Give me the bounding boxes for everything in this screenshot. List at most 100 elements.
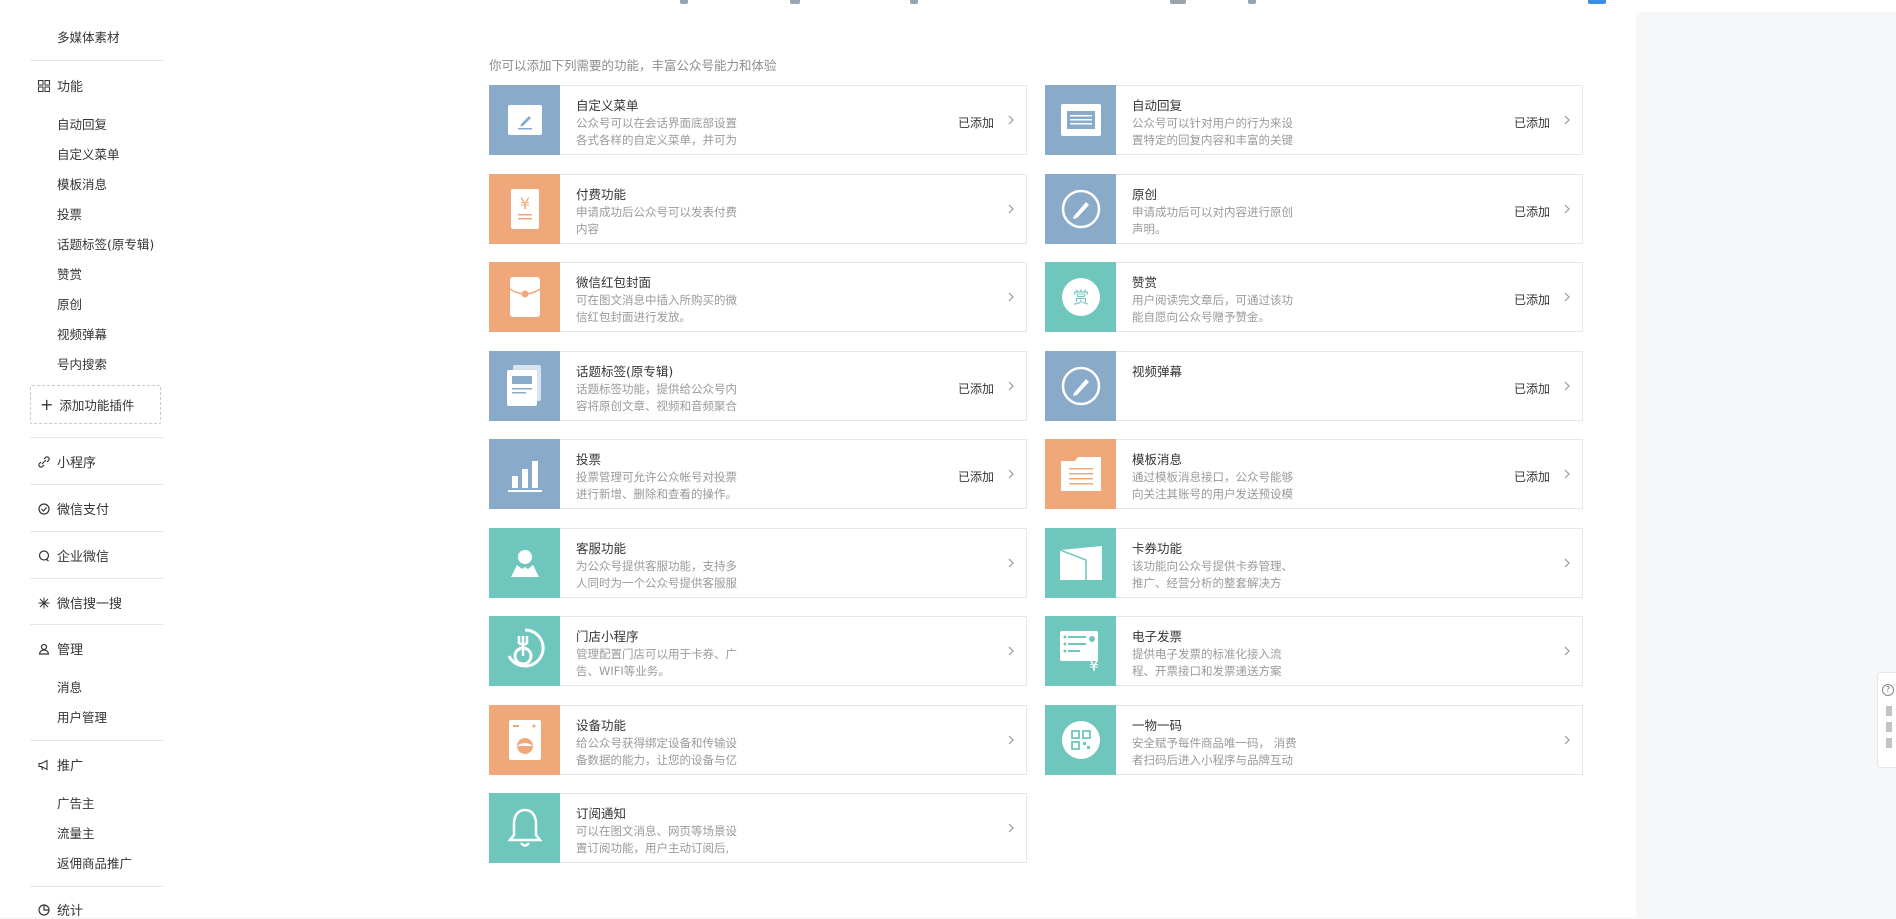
- feature-desc: 话题标签功能，提供给公众号内容将原创文章、视频和音频聚合: [576, 382, 737, 413]
- sidebar-item-media[interactable]: 多媒体素材: [57, 27, 120, 46]
- feature-card-vote[interactable]: 投票 投票管理可允许公众帐号对投票进行新增、删除和查看的操作。 已添加: [489, 439, 1027, 509]
- sidebar-group-wecom[interactable]: 企业微信: [37, 546, 109, 565]
- sidebar-group-search[interactable]: 微信搜一搜: [37, 593, 122, 612]
- feature-title: 赞赏: [1132, 275, 1158, 290]
- qrcode-icon: [1045, 705, 1116, 775]
- sidebar-group-function[interactable]: 功能: [37, 76, 83, 95]
- feature-status: 已添加: [1513, 382, 1550, 396]
- main-content: 你可以添加下列需要的功能，丰富公众号能力和体验 自定义菜单 公众号可以在会话界面…: [435, 12, 1636, 917]
- divider: [30, 578, 163, 579]
- sidebar: 多媒体素材 功能 自动回复 自定义菜单 模板消息 投票 话题标签(原专辑) 赞赏…: [0, 12, 435, 919]
- feature-title: 原创: [1132, 187, 1158, 202]
- feature-status: 已添加: [957, 382, 994, 396]
- card-icon: [1045, 528, 1116, 598]
- sidebar-item-advertiser[interactable]: 广告主: [57, 793, 95, 812]
- store-icon: [489, 616, 560, 686]
- feature-title: 自动回复: [1132, 98, 1183, 113]
- megaphone-icon: [37, 758, 51, 772]
- device-icon: [489, 705, 560, 775]
- feature-card-device[interactable]: 设备功能 给公众号获得绑定设备和传输设备数据的能力，让您的设备与亿: [489, 705, 1027, 775]
- feature-card-template-message[interactable]: 模板消息 通过模板消息接口，公众号能够向关注其账号的用户发送预设模 已添加: [1045, 439, 1583, 509]
- svg-text:¥: ¥: [519, 194, 529, 213]
- help-label-fragment: [1886, 706, 1892, 716]
- feature-card-red-packet[interactable]: 微信红包封面 可在图文消息中插入所购买的微信红包封面进行发放。: [489, 262, 1027, 332]
- sidebar-item-publisher[interactable]: 流量主: [57, 823, 95, 842]
- topbar-fragment: [910, 0, 918, 4]
- feature-title: 客服功能: [576, 541, 627, 556]
- sidebar-group-label: 微信搜一搜: [57, 597, 123, 612]
- sidebar-group-promote[interactable]: 推广: [37, 755, 83, 774]
- page-background-right: [1636, 12, 1896, 917]
- sidebar-item-in-account-search[interactable]: 号内搜索: [57, 354, 107, 373]
- album-icon: [489, 351, 560, 421]
- invoice-icon: ¥: [1045, 616, 1116, 686]
- sidebar-group-manage[interactable]: 管理: [37, 639, 83, 658]
- topbar-fragment: [1248, 0, 1256, 4]
- link-icon: [37, 455, 51, 469]
- feature-card-store-mini-program[interactable]: 门店小程序 管理配置门店可以用于卡券、广告、WIFI等业务。: [489, 616, 1027, 686]
- add-plugin-button[interactable]: + 添加功能插件: [30, 385, 161, 424]
- floating-help-button[interactable]: ?: [1877, 672, 1896, 768]
- feature-card-auto-reply[interactable]: 自动回复 公众号可以针对用户的行为来设置特定的回复内容和丰富的关键 已添加: [1045, 85, 1583, 155]
- sidebar-item-topic-tag[interactable]: 话题标签(原专辑): [57, 234, 154, 253]
- bar-chart-icon: [489, 439, 560, 509]
- chevron-right-icon: [1006, 287, 1016, 307]
- chevron-right-icon: [1006, 199, 1016, 219]
- feature-title: 话题标签(原专辑): [576, 364, 674, 379]
- sidebar-item-custom-menu[interactable]: 自定义菜单: [57, 144, 120, 163]
- sidebar-item-commission-promotion[interactable]: 返佣商品推广: [57, 853, 132, 872]
- feature-card-subscription-notice[interactable]: 订阅通知 可以在图文消息、网页等场景设置订阅功能，用户主动订阅后,: [489, 793, 1027, 863]
- feature-card-video-danmaku[interactable]: 视频弹幕 已添加: [1045, 351, 1583, 421]
- feature-card-custom-menu[interactable]: 自定义菜单 公众号可以在会话界面底部设置各式各样的自定义菜单，并可为 已添加: [489, 85, 1027, 155]
- feature-card-e-invoice[interactable]: ¥ 电子发票 提供电子发票的标准化接入流程、开票接口和发票递送方案: [1045, 616, 1583, 686]
- topbar-fragment: [680, 0, 688, 4]
- feature-status: 已添加: [1513, 205, 1550, 219]
- sidebar-item-messages[interactable]: 消息: [57, 677, 82, 696]
- topbar-fragment: [1170, 0, 1186, 4]
- sidebar-item-video-danmaku[interactable]: 视频弹幕: [57, 324, 107, 343]
- sidebar-group-wechat-pay[interactable]: 微信支付: [37, 499, 109, 518]
- feature-title: 自定义菜单: [576, 98, 639, 113]
- feature-card-customer-service[interactable]: 客服功能 为公众号提供客服功能，支持多人同时为一个公众号提供客服服: [489, 528, 1027, 598]
- feature-card-one-item-one-code[interactable]: 一物一码 安全赋予每件商品唯一码， 消费者扫码后进入小程序与品牌互动: [1045, 705, 1583, 775]
- pie-chart-icon: [37, 903, 51, 917]
- sidebar-group-label: 管理: [57, 643, 84, 658]
- feature-card-coupon[interactable]: 卡券功能 该功能向公众号提供卡券管理、推广、经营分析的整套解决方: [1045, 528, 1583, 598]
- feature-card-original[interactable]: 原创 申请成功后可以对内容进行原创声明。 已添加: [1045, 174, 1583, 244]
- sidebar-group-stats[interactable]: 统计: [37, 900, 83, 919]
- feature-desc: 安全赋予每件商品唯一码， 消费者扫码后进入小程序与品牌互动: [1132, 736, 1297, 767]
- feature-desc: 申请成功后公众号可以发表付费内容: [576, 205, 737, 236]
- sidebar-item-original[interactable]: 原创: [57, 294, 82, 313]
- sidebar-item-user-management[interactable]: 用户管理: [57, 707, 107, 726]
- sidebar-item-auto-reply[interactable]: 自动回复: [57, 114, 107, 133]
- chevron-right-icon: [1006, 730, 1016, 750]
- yuan-icon: ¥: [489, 174, 560, 244]
- feature-card-topic-tag[interactable]: 话题标签(原专辑) 话题标签功能，提供给公众号内容将原创文章、视频和音频聚合 已…: [489, 351, 1027, 421]
- divider: [30, 624, 163, 625]
- chat-icon: [37, 549, 51, 563]
- chevron-right-icon: [1562, 730, 1572, 750]
- chevron-right-icon: [1006, 464, 1016, 484]
- chevron-right-icon: [1562, 110, 1572, 130]
- sidebar-item-reward[interactable]: 赞赏: [57, 264, 82, 283]
- chevron-right-icon: [1006, 641, 1016, 661]
- chevron-right-icon: [1562, 287, 1572, 307]
- svg-text:¥: ¥: [1088, 656, 1098, 673]
- feature-card-paid[interactable]: ¥ 付费功能 申请成功后公众号可以发表付费内容: [489, 174, 1027, 244]
- feature-desc: 公众号可以在会话界面底部设置各式各样的自定义菜单，并可为: [576, 116, 737, 147]
- chevron-right-icon: [1006, 818, 1016, 838]
- feature-card-reward[interactable]: 赏 赞赏 用户阅读完文章后，可通过该功能自愿向公众号赠予赞金。 已添加: [1045, 262, 1583, 332]
- divider: [30, 484, 163, 485]
- sidebar-item-vote[interactable]: 投票: [57, 204, 82, 223]
- feature-status: 已添加: [957, 470, 994, 484]
- user-icon: [37, 642, 51, 656]
- feature-desc: 管理配置门店可以用于卡券、广告、WIFI等业务。: [576, 647, 737, 678]
- feature-desc: 用户阅读完文章后，可通过该功能自愿向公众号赠予赞金。: [1132, 293, 1293, 324]
- sidebar-group-label: 小程序: [57, 456, 97, 471]
- pay-icon: [37, 502, 51, 516]
- template-icon: [1045, 439, 1116, 509]
- sidebar-item-template-message[interactable]: 模板消息: [57, 174, 107, 193]
- feature-title: 设备功能: [576, 718, 627, 733]
- sidebar-group-mini-program[interactable]: 小程序: [37, 452, 96, 471]
- pen-circle-icon: [1045, 351, 1116, 421]
